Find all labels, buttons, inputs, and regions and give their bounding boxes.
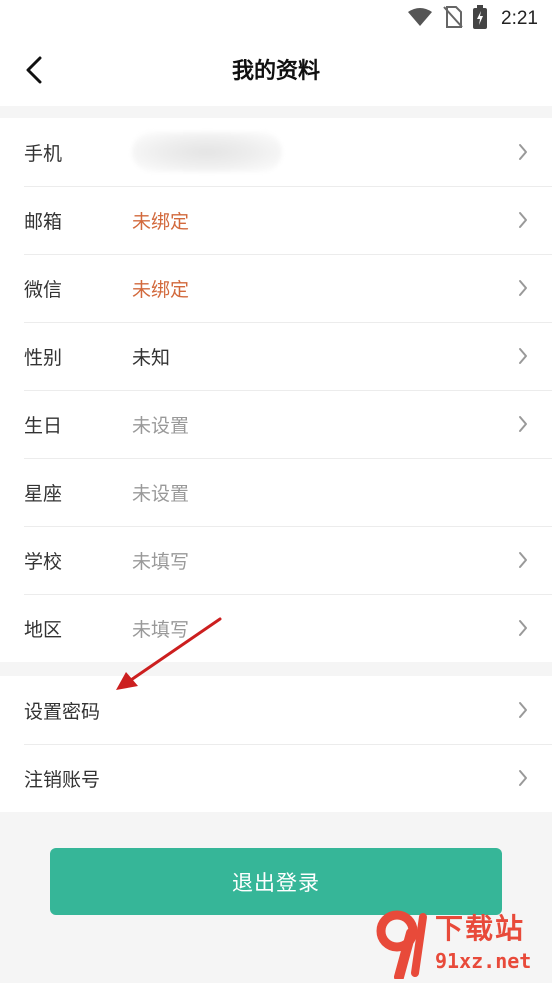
account-row-set-password[interactable]: 设置密码 xyxy=(0,676,552,744)
chevron-right-icon xyxy=(516,142,530,162)
profile-row-email[interactable]: 邮箱 未绑定 xyxy=(0,186,552,254)
battery-charging-icon xyxy=(473,5,488,33)
wifi-icon xyxy=(407,7,433,31)
title-bar: 我的资料 xyxy=(0,38,552,106)
row-label: 性别 xyxy=(24,346,63,369)
chevron-right-icon xyxy=(516,550,530,570)
status-time: 2:21 xyxy=(501,8,538,29)
no-sim-icon xyxy=(443,6,463,32)
account-row-delete-account[interactable]: 注销账号 xyxy=(0,744,552,812)
row-label: 学校 xyxy=(24,550,63,573)
status-bar: 2:21 xyxy=(0,0,552,38)
row-label: 手机 xyxy=(24,142,63,165)
profile-row-region[interactable]: 地区 未填写 xyxy=(0,594,552,662)
chevron-right-icon xyxy=(516,618,530,638)
row-label: 星座 xyxy=(24,482,63,505)
profile-row-gender[interactable]: 性别 未知 xyxy=(0,322,552,390)
back-button[interactable] xyxy=(14,50,54,94)
row-label: 邮箱 xyxy=(24,210,63,233)
chevron-right-icon xyxy=(516,278,530,298)
profile-row-wechat[interactable]: 微信 未绑定 xyxy=(0,254,552,322)
row-label: 注销账号 xyxy=(24,768,101,791)
row-label: 地区 xyxy=(24,618,63,641)
row-label: 设置密码 xyxy=(24,700,101,723)
row-value: 未绑定 xyxy=(132,210,190,233)
watermark-logo-icon xyxy=(376,910,427,979)
row-value: 未设置 xyxy=(132,414,190,437)
chevron-right-icon xyxy=(516,700,530,720)
profile-row-phone[interactable]: 手机 xyxy=(0,118,552,186)
row-label: 微信 xyxy=(24,278,63,301)
row-value: 未填写 xyxy=(132,550,190,573)
profile-row-birthday[interactable]: 生日 未设置 xyxy=(0,390,552,458)
row-value: 未设置 xyxy=(132,482,190,505)
watermark: 下载站 91xz.net xyxy=(373,907,548,979)
row-value: 未填写 xyxy=(132,618,190,641)
chevron-right-icon xyxy=(516,414,530,434)
watermark-url: 91xz.net xyxy=(435,949,532,973)
chevron-right-icon xyxy=(516,768,530,788)
account-card: 设置密码 注销账号 xyxy=(0,676,552,812)
chevron-right-icon xyxy=(516,210,530,230)
chevron-left-icon xyxy=(26,56,42,88)
row-value: 未绑定 xyxy=(132,278,190,301)
watermark-title: 下载站 xyxy=(435,912,526,945)
page-title: 我的资料 xyxy=(231,59,320,84)
logout-button[interactable]: 退出登录 xyxy=(50,848,502,915)
row-label: 生日 xyxy=(24,414,63,437)
row-value: 未知 xyxy=(132,346,171,369)
chevron-right-icon xyxy=(516,346,530,366)
profile-row-school[interactable]: 学校 未填写 xyxy=(0,526,552,594)
phone-value-blurred xyxy=(132,132,282,172)
profile-row-zodiac: 星座 未设置 xyxy=(0,458,552,526)
profile-card: 手机 邮箱 未绑定 微信 未绑定 性别 未知 生日 未设置 星座 未设置 学校 … xyxy=(0,118,552,662)
